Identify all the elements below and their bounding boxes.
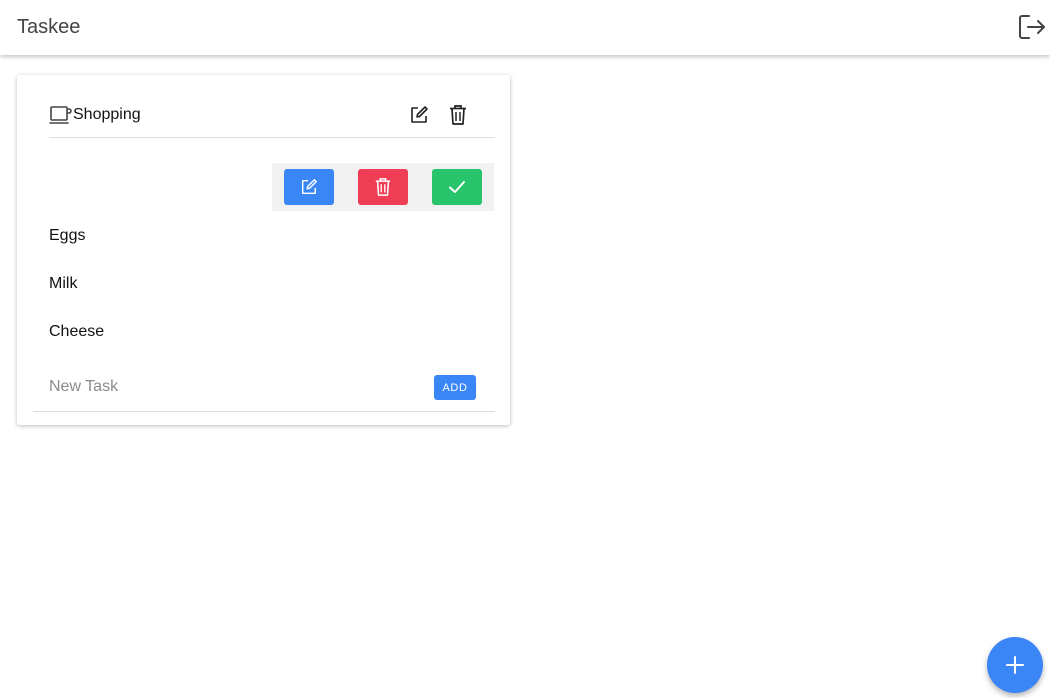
edit-task-button[interactable] (284, 169, 334, 205)
new-task-input[interactable] (49, 375, 409, 399)
edit-icon (411, 106, 428, 123)
add-list-button[interactable] (987, 637, 1043, 693)
task-item[interactable]: Milk (49, 275, 77, 293)
complete-task-button[interactable] (432, 169, 482, 205)
app-header: Taskee (0, 0, 1050, 55)
edit-icon (301, 179, 317, 195)
delete-list-button[interactable] (448, 104, 468, 126)
logout-button[interactable] (1017, 13, 1047, 41)
app-title: Taskee (17, 16, 81, 38)
edit-list-button[interactable] (409, 105, 429, 125)
check-icon (449, 181, 465, 193)
task-action-bar (272, 163, 494, 211)
trash-icon (450, 105, 466, 125)
new-task-row: ADD (33, 365, 495, 412)
logout-icon (1019, 15, 1045, 39)
list-header: Shopping (49, 97, 495, 138)
task-item[interactable]: Cheese (49, 323, 104, 341)
list-title: Shopping (73, 106, 141, 123)
coffee-cup-icon (49, 106, 72, 124)
task-list-card: Shopping Eggs Milk Cheese New Task ADD (17, 75, 510, 425)
trash-icon (375, 178, 391, 196)
add-task-button[interactable]: ADD (434, 375, 476, 400)
task-item[interactable]: Eggs (49, 227, 85, 245)
delete-task-button[interactable] (358, 169, 408, 205)
plus-icon (1006, 656, 1024, 674)
